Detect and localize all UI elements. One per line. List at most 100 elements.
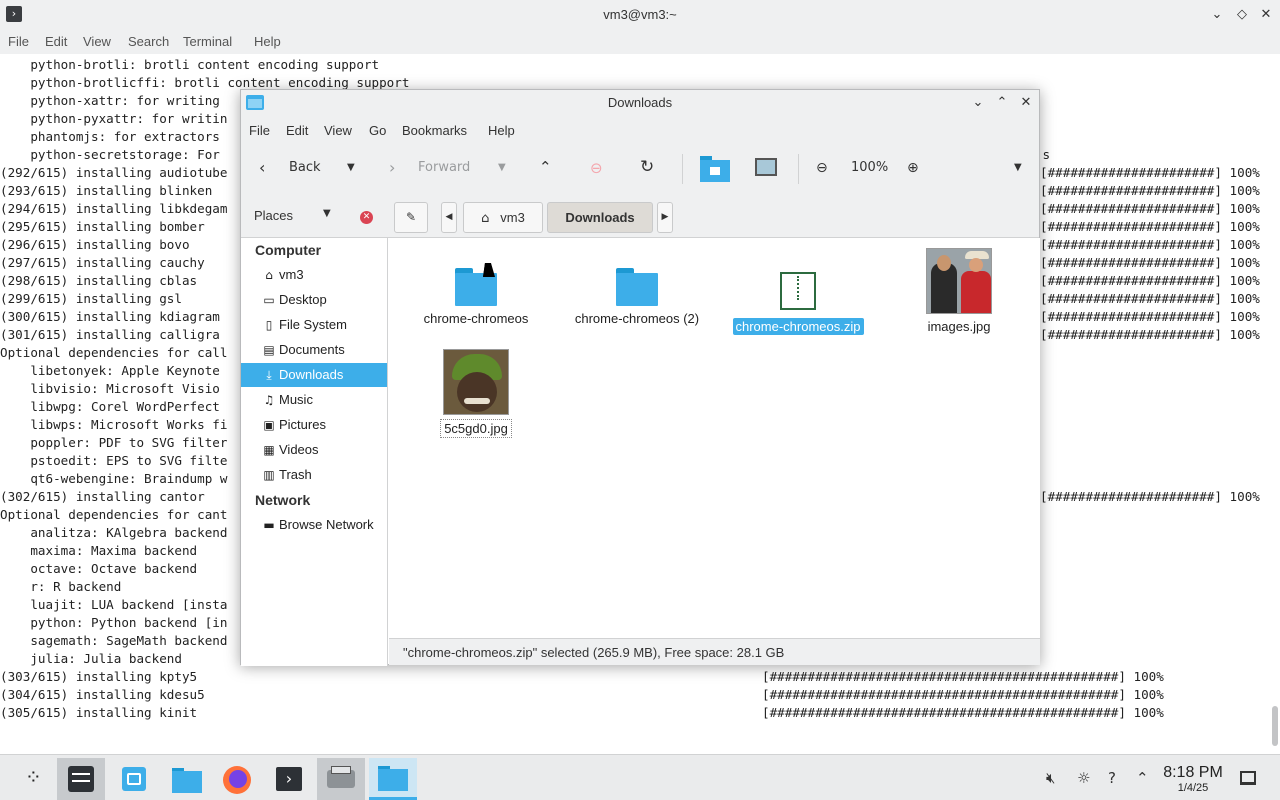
menu-file[interactable]: File xyxy=(8,34,29,49)
file-view[interactable]: chrome-chromeos chrome-chromeos (2) chro… xyxy=(389,238,1040,638)
stop-icon[interactable]: ⊖ xyxy=(590,158,603,178)
menu-go[interactable]: Go xyxy=(369,123,386,138)
sidebar-item-downloads[interactable]: ⤓ Downloads xyxy=(241,363,387,387)
help-icon[interactable]: ? xyxy=(1108,769,1116,787)
terminal-line: Optional dependencies for call xyxy=(0,344,227,362)
breadcrumb-downloads[interactable]: Downloads xyxy=(547,202,653,233)
brightness-icon[interactable]: ☼ xyxy=(1077,769,1090,787)
scanner-icon[interactable] xyxy=(317,758,365,800)
clock-time[interactable]: 8:18 PM xyxy=(1158,764,1228,782)
terminal-line-text: sagemath: SageMath backend xyxy=(0,633,228,648)
image-thumbnail-icon xyxy=(926,248,992,314)
breadcrumb-scroll-left[interactable]: ◀ xyxy=(441,202,457,233)
home-folder-icon[interactable] xyxy=(700,156,730,182)
terminal-line-text: (298/615) installing cblas xyxy=(0,273,198,288)
edit-location-icon[interactable]: ✎ xyxy=(394,202,428,233)
places-dropdown-arrow[interactable]: ▼ xyxy=(323,208,331,219)
sidebar-heading-computer: Computer xyxy=(255,242,322,258)
sidebar-item-label: Pictures xyxy=(279,417,326,432)
firefox-icon[interactable] xyxy=(213,758,261,800)
terminal-line-text: (302/615) installing cantor xyxy=(0,489,205,504)
fm-menubar: File Edit View Go Bookmarks Help xyxy=(241,116,1039,144)
menu-search[interactable]: Search xyxy=(128,34,169,49)
terminal-scrollbar[interactable] xyxy=(1272,56,1278,746)
back-history-dropdown[interactable]: ▼ xyxy=(347,158,355,178)
terminal-titlebar[interactable]: › vm3@vm3:~ ⌄ ◇ ✕ xyxy=(0,0,1280,30)
close-sidebar-icon[interactable]: ✕ xyxy=(360,211,373,224)
menu-help[interactable]: Help xyxy=(488,123,515,138)
forward-button[interactable]: Forward xyxy=(418,158,470,178)
breadcrumb-vm3[interactable]: ⌂ vm3 xyxy=(463,202,543,233)
sidebar-item-music[interactable]: ♫ Music xyxy=(241,388,387,412)
file-manager-icon[interactable] xyxy=(162,758,210,800)
forward-icon[interactable]: › xyxy=(389,158,395,178)
file-item-folder[interactable]: chrome-chromeos (2) xyxy=(562,268,712,328)
sidebar-item-videos[interactable]: ▦ Videos xyxy=(241,438,387,462)
scrollbar-thumb[interactable] xyxy=(1272,706,1278,746)
folder-icon xyxy=(616,268,658,306)
fm-title: Downloads xyxy=(607,95,673,110)
settings-icon[interactable] xyxy=(57,758,105,800)
file-name: 5c5gd0.jpg xyxy=(440,419,512,438)
menu-edit[interactable]: Edit xyxy=(45,34,67,49)
clock-date[interactable]: 1/4/25 xyxy=(1158,782,1228,794)
terminal-line: (296/615) installing bovo [##############… xyxy=(0,236,1260,254)
progress-text: [######################] 100% xyxy=(1040,183,1260,198)
sidebar-item-browse-network[interactable]: ▬ Browse Network xyxy=(241,513,387,537)
expand-tray-icon[interactable]: ⌃ xyxy=(1136,769,1149,787)
toolbar-overflow-dropdown[interactable]: ▼ xyxy=(1014,158,1022,178)
up-icon[interactable]: ⌃ xyxy=(539,157,552,177)
places-selector[interactable]: Places xyxy=(254,208,293,223)
close-icon[interactable]: ✕ xyxy=(1256,5,1276,25)
terminal-line-text: (295/615) installing bomber xyxy=(0,219,205,234)
menu-file[interactable]: File xyxy=(249,123,270,138)
terminal-icon[interactable]: › xyxy=(265,758,313,800)
computer-icon[interactable] xyxy=(755,158,777,176)
sidebar-item-pictures[interactable]: ▣ Pictures xyxy=(241,413,387,437)
maximize-icon[interactable]: ◇ xyxy=(1232,5,1252,25)
terminal-line: libwpg: Corel WordPerfect xyxy=(0,398,220,416)
terminal-line-text: phantomjs: for extractors xyxy=(0,129,220,144)
app-launcher-icon[interactable]: ⁘ xyxy=(9,758,57,800)
menu-help[interactable]: Help xyxy=(254,34,281,49)
file-item-image[interactable]: 5c5gd0.jpg xyxy=(401,349,551,438)
sidebar-item-label: File System xyxy=(279,317,347,332)
zoom-in-icon[interactable]: ⊕ xyxy=(907,158,919,178)
progress-text: [######################] 100% xyxy=(1040,291,1260,306)
sidebar-item-documents[interactable]: ▤ Documents xyxy=(241,338,387,362)
file-item-folder[interactable]: chrome-chromeos xyxy=(401,268,551,328)
forward-history-dropdown[interactable]: ▼ xyxy=(498,158,506,178)
file-item-image[interactable]: images.jpg xyxy=(884,248,1034,336)
menu-terminal[interactable]: Terminal xyxy=(183,34,232,49)
menu-view[interactable]: View xyxy=(324,123,352,138)
sidebar-item-vm3[interactable]: ⌂ vm3 xyxy=(241,263,387,287)
fm-titlebar[interactable]: Downloads ⌄ ⌃ ✕ xyxy=(241,90,1039,116)
reload-icon[interactable]: ↻ xyxy=(640,157,654,177)
terminal-line-text: python: Python backend [in xyxy=(0,615,228,630)
location-bar: Places ▼ ✕ ✎ ◀ ⌂ vm3 Downloads ▶ xyxy=(241,194,1039,238)
menu-view[interactable]: View xyxy=(83,34,111,49)
terminal-line-text: libetonyek: Apple Keynote xyxy=(0,363,220,378)
back-icon[interactable]: ‹ xyxy=(259,158,265,178)
zoom-out-icon[interactable]: ⊖ xyxy=(816,158,828,178)
minimize-icon[interactable]: ⌄ xyxy=(968,93,988,113)
minimize-icon[interactable]: ⌄ xyxy=(1207,5,1227,25)
sidebar-item-trash[interactable]: ▥ Trash xyxy=(241,463,387,487)
progress-text: [######################] 100% xyxy=(1040,273,1260,288)
discover-store-icon[interactable] xyxy=(110,758,158,800)
file-manager-window-icon[interactable] xyxy=(369,758,417,800)
sidebar-item-file-system[interactable]: ▯ File System xyxy=(241,313,387,337)
breadcrumb-scroll-right[interactable]: ▶ xyxy=(657,202,673,233)
show-desktop-icon[interactable] xyxy=(1240,771,1256,785)
progress-text: [######################] 100% xyxy=(1040,237,1260,252)
volume-muted-icon[interactable]: 🔇︎ xyxy=(1046,769,1055,787)
sidebar-item-desktop[interactable]: ▭ Desktop xyxy=(241,288,387,312)
maximize-icon[interactable]: ⌃ xyxy=(992,93,1012,113)
terminal-line: libetonyek: Apple Keynote xyxy=(0,362,220,380)
menu-edit[interactable]: Edit xyxy=(286,123,308,138)
file-item-zip-selected[interactable]: chrome-chromeos.zip xyxy=(723,272,873,336)
menu-bookmarks[interactable]: Bookmarks xyxy=(402,123,467,138)
terminal-line: (304/615) installing kdesu5 [############… xyxy=(0,686,1164,704)
back-button[interactable]: Back xyxy=(289,158,321,178)
close-icon[interactable]: ✕ xyxy=(1016,93,1036,113)
